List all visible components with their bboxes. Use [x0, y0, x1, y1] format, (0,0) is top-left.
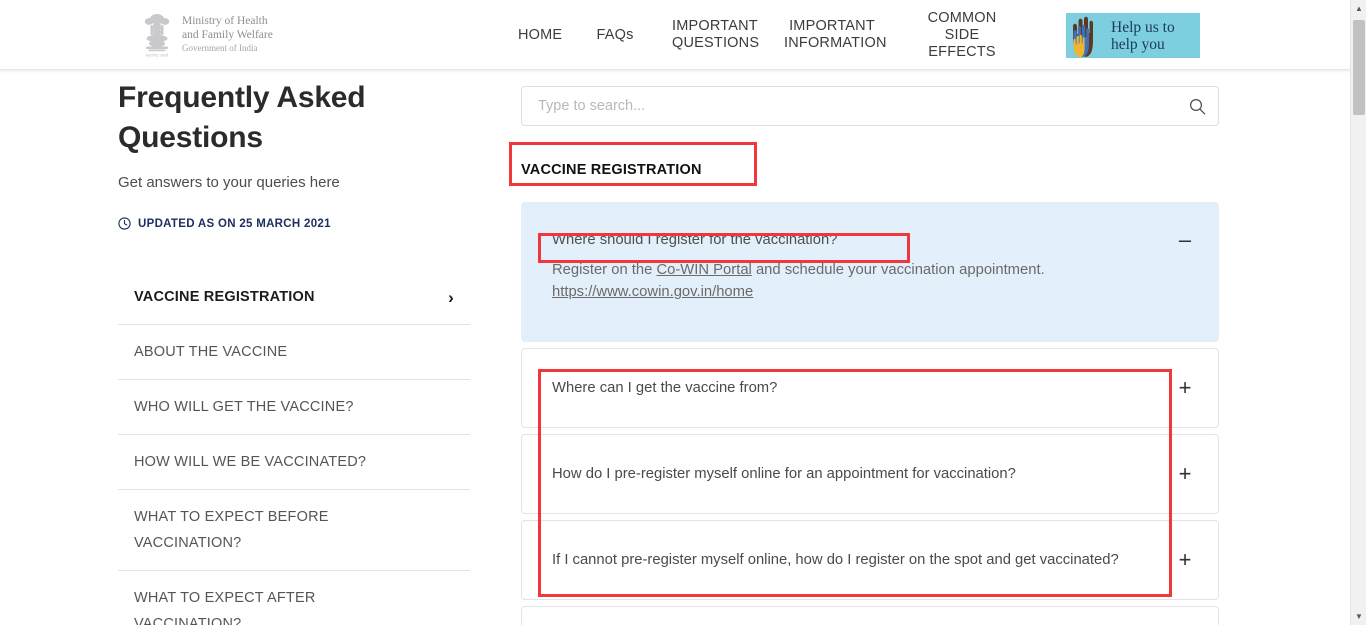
plus-icon[interactable]: +: [1172, 377, 1198, 399]
faq-category-list: VACCINE REGISTRATION › ABOUT THE VACCINE…: [118, 270, 470, 625]
faq-item-register-on-the-spot[interactable]: If I cannot pre-register myself online, …: [521, 520, 1219, 600]
faq-question-text: How do I pre-register myself online for …: [552, 466, 1016, 482]
scrollbar-down-arrow-icon[interactable]: ▼: [1351, 608, 1366, 625]
ministry-line-3: Government of India: [182, 43, 258, 54]
plus-icon[interactable]: +: [1172, 549, 1198, 571]
sidebar-item-label: WHO WILL GET THE VACCINE?: [134, 399, 354, 415]
main-navigation: HOME FAQs IMPORTANT QUESTIONS IMPORTANT …: [500, 0, 1026, 70]
page-subtitle: Get answers to your queries here: [118, 174, 340, 191]
faq-question-row[interactable]: Where can I get the vaccine from? +: [522, 349, 1218, 427]
ministry-line-1: Ministry of Health: [182, 15, 268, 27]
minus-icon[interactable]: –: [1172, 229, 1198, 251]
faq-question-row[interactable]: How do I pre-register myself online for …: [522, 435, 1218, 513]
updated-on-stamp: UPDATED AS ON 25 MARCH 2021: [118, 217, 490, 230]
sidebar-item-how-will-we-be-vaccinated[interactable]: HOW WILL WE BE VACCINATED?: [118, 435, 470, 490]
sidebar-item-vaccine-registration[interactable]: VACCINE REGISTRATION ›: [118, 270, 470, 325]
chevron-right-icon: ›: [448, 287, 454, 307]
helping-hands-icon: [1066, 13, 1110, 58]
faq-question-text: Where can I get the vaccine from?: [552, 380, 778, 396]
faq-answer-prefix: Register on the: [552, 262, 657, 278]
faq-answer-suffix: and schedule your vaccination appointmen…: [751, 262, 1045, 278]
sidebar-item-label: WHAT TO EXPECT AFTER VACCINATION?: [134, 590, 316, 625]
help-us-banner-text: Help us to help you: [1111, 18, 1175, 53]
scrollbar-up-arrow-icon[interactable]: ▲: [1351, 0, 1366, 17]
faq-question-row[interactable]: If I cannot pre-register myself online, …: [522, 521, 1218, 599]
sidebar-item-label: HOW WILL WE BE VACCINATED?: [134, 454, 367, 470]
ministry-brand: सत्यमेव जयते Ministry of Health and Fami…: [140, 12, 273, 58]
nav-item-important-information[interactable]: IMPORTANT INFORMATION: [766, 18, 898, 52]
plus-icon[interactable]: +: [1172, 463, 1198, 485]
sidebar-item-what-to-expect-before-vaccination[interactable]: WHAT TO EXPECT BEFORE VACCINATION?: [118, 490, 470, 571]
help-us-banner[interactable]: Help us to help you: [1066, 13, 1200, 58]
search-input[interactable]: [522, 87, 1188, 125]
sidebar-item-label: WHAT TO EXPECT BEFORE VACCINATION?: [134, 509, 329, 551]
faq-question-text: Where should I register for the vaccinat…: [552, 232, 838, 248]
faq-question-text: If I cannot pre-register myself online, …: [552, 552, 1119, 568]
sidebar-item-about-the-vaccine[interactable]: ABOUT THE VACCINE: [118, 325, 470, 380]
search-icon[interactable]: [1188, 98, 1218, 115]
cowin-portal-link[interactable]: Co-WIN Portal: [656, 262, 751, 278]
page-scrollbar[interactable]: ▲ ▼: [1350, 0, 1366, 625]
faq-item-partial[interactable]: [521, 606, 1219, 625]
faq-content: VACCINE REGISTRATION Where should I regi…: [521, 86, 1219, 625]
scrollbar-thumb[interactable]: [1353, 20, 1365, 115]
ministry-line-2: and Family Welfare: [182, 28, 273, 41]
sidebar-item-who-will-get-the-vaccine[interactable]: WHO WILL GET THE VACCINE?: [118, 380, 470, 435]
faq-item-where-can-i-get-vaccine[interactable]: Where can I get the vaccine from? +: [521, 348, 1219, 428]
section-title: VACCINE REGISTRATION: [521, 162, 702, 178]
updated-on-text: UPDATED AS ON 25 MARCH 2021: [138, 217, 331, 230]
india-state-emblem-icon: सत्यमेव जयते: [140, 12, 174, 58]
faq-accordion: Where should I register for the vaccinat…: [521, 202, 1219, 625]
faq-question-row[interactable]: [522, 607, 1218, 625]
faq-item-expanded[interactable]: Where should I register for the vaccinat…: [521, 202, 1219, 342]
clock-icon: [118, 217, 131, 230]
faq-sidebar: Frequently Asked Questions Get answers t…: [118, 78, 490, 625]
faq-question-row[interactable]: Where should I register for the vaccinat…: [522, 203, 1218, 251]
sidebar-item-label: ABOUT THE VACCINE: [134, 344, 288, 360]
page-root: सत्यमेव जयते Ministry of Health and Fami…: [0, 0, 1366, 625]
sidebar-item-label: VACCINE REGISTRATION: [134, 289, 315, 305]
nav-item-faqs[interactable]: FAQs: [576, 27, 654, 44]
cowin-url-link[interactable]: https://www.cowin.gov.in/home: [552, 284, 753, 300]
page-title: Frequently Asked Questions: [118, 81, 366, 154]
faq-answer: Register on the Co-WIN Portal and schedu…: [522, 251, 1218, 331]
nav-item-common-side-effects[interactable]: COMMON SIDE EFFECTS: [898, 10, 1026, 61]
nav-item-home[interactable]: HOME: [500, 27, 576, 44]
ministry-brand-text: Ministry of Health and Family Welfare Go…: [182, 12, 273, 54]
faq-item-pre-register-online[interactable]: How do I pre-register myself online for …: [521, 434, 1219, 514]
search-bar[interactable]: [521, 86, 1219, 126]
site-header: सत्यमेव जयते Ministry of Health and Fami…: [0, 0, 1350, 70]
svg-text:सत्यमेव जयते: सत्यमेव जयते: [146, 52, 169, 58]
nav-item-important-questions[interactable]: IMPORTANT QUESTIONS: [654, 18, 766, 52]
sidebar-item-what-to-expect-after-vaccination[interactable]: WHAT TO EXPECT AFTER VACCINATION?: [118, 571, 470, 625]
